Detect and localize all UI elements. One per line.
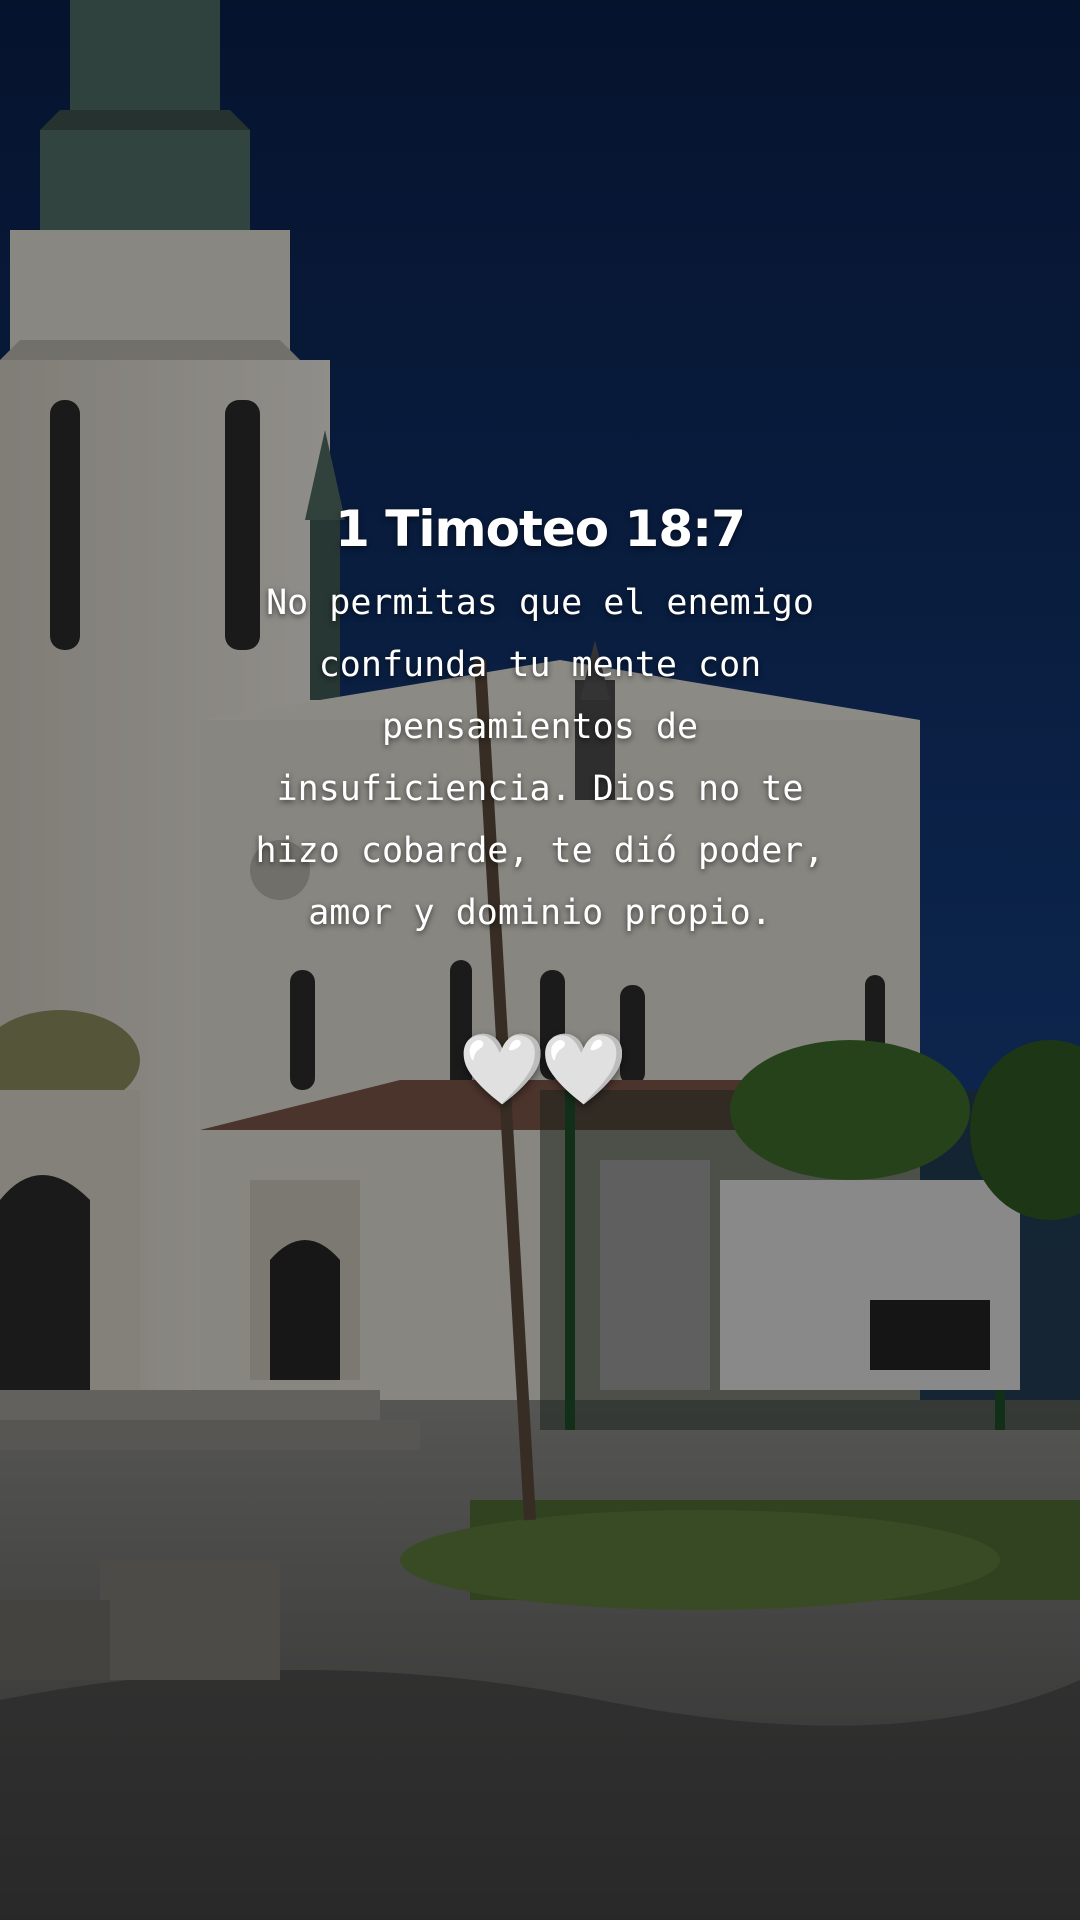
- hearts-row: 🤍🤍: [0, 1028, 1080, 1111]
- verse-reference: 1 Timoteo 18:7: [335, 500, 746, 558]
- white-heart-icon: 🤍: [458, 1028, 546, 1110]
- verse-overlay: 1 Timoteo 18:7 No permitas que el enemig…: [0, 500, 1080, 1111]
- verse-text: No permitas que el enemigo confunda tu m…: [255, 583, 825, 933]
- white-heart-icon: 🤍: [540, 1028, 627, 1110]
